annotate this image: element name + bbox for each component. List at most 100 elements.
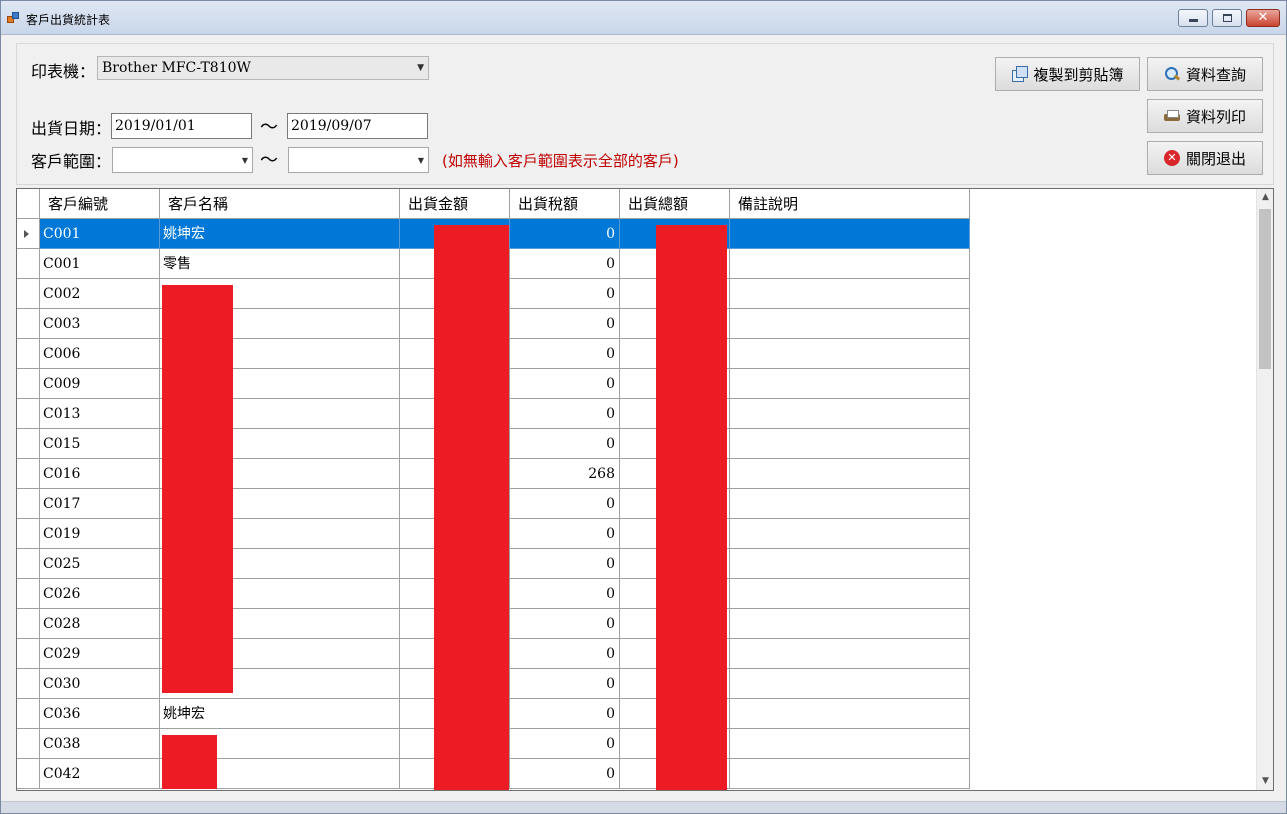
row-header[interactable]: [17, 429, 40, 459]
printer-select[interactable]: Brother MFC-T810W ▼: [97, 56, 429, 80]
cell-customer-code[interactable]: C030: [40, 669, 160, 699]
cell-remarks[interactable]: [730, 309, 970, 339]
cell-remarks[interactable]: [730, 369, 970, 399]
row-header[interactable]: [17, 729, 40, 759]
row-header[interactable]: [17, 309, 40, 339]
column-header[interactable]: 客戶名稱: [160, 189, 400, 219]
date-to-input[interactable]: 2019/09/07: [287, 113, 428, 139]
cell-remarks[interactable]: [730, 249, 970, 279]
cell-customer-name[interactable]: 姚坤宏: [160, 699, 400, 729]
row-header[interactable]: [17, 219, 40, 249]
cell-remarks[interactable]: [730, 639, 970, 669]
cell-ship-tax[interactable]: 0: [510, 699, 620, 729]
cell-ship-tax[interactable]: 0: [510, 219, 620, 249]
row-header[interactable]: [17, 369, 40, 399]
cell-ship-tax[interactable]: 0: [510, 579, 620, 609]
cell-remarks[interactable]: [730, 729, 970, 759]
cell-ship-tax[interactable]: 0: [510, 609, 620, 639]
cell-remarks[interactable]: [730, 489, 970, 519]
cell-remarks[interactable]: [730, 339, 970, 369]
column-header[interactable]: 備註說明: [730, 189, 970, 219]
customer-to-select[interactable]: ▼: [288, 147, 429, 173]
row-header[interactable]: [17, 519, 40, 549]
row-header[interactable]: [17, 549, 40, 579]
cell-ship-tax[interactable]: 0: [510, 489, 620, 519]
row-header[interactable]: [17, 579, 40, 609]
row-header[interactable]: [17, 669, 40, 699]
minimize-button[interactable]: [1178, 9, 1208, 27]
customer-from-select[interactable]: ▼: [112, 147, 253, 173]
cell-ship-tax[interactable]: 0: [510, 519, 620, 549]
column-header[interactable]: 出貨稅額: [510, 189, 620, 219]
row-header[interactable]: [17, 759, 40, 789]
cell-ship-tax[interactable]: 0: [510, 369, 620, 399]
query-button[interactable]: 資料查詢: [1147, 57, 1263, 91]
cell-ship-tax[interactable]: 0: [510, 669, 620, 699]
cell-customer-code[interactable]: C026: [40, 579, 160, 609]
cell-ship-tax[interactable]: 0: [510, 279, 620, 309]
cell-ship-tax[interactable]: 0: [510, 339, 620, 369]
close-window-button[interactable]: ✕: [1246, 9, 1280, 27]
scroll-up-icon[interactable]: ▲: [1257, 189, 1273, 206]
vertical-scrollbar[interactable]: ▲ ▼: [1256, 189, 1273, 790]
cell-customer-code[interactable]: C025: [40, 549, 160, 579]
cell-remarks[interactable]: [730, 429, 970, 459]
scroll-thumb[interactable]: [1259, 209, 1271, 369]
cell-customer-code[interactable]: C001: [40, 249, 160, 279]
cell-customer-code[interactable]: C009: [40, 369, 160, 399]
row-header[interactable]: [17, 489, 40, 519]
cell-ship-tax[interactable]: 0: [510, 399, 620, 429]
cell-ship-tax[interactable]: 0: [510, 759, 620, 789]
cell-ship-tax[interactable]: 0: [510, 249, 620, 279]
cell-remarks[interactable]: [730, 279, 970, 309]
cell-remarks[interactable]: [730, 549, 970, 579]
cell-customer-code[interactable]: C015: [40, 429, 160, 459]
cell-customer-name[interactable]: 姚坤宏: [160, 219, 400, 249]
column-header[interactable]: 出貨總額: [620, 189, 730, 219]
cell-ship-tax[interactable]: 0: [510, 639, 620, 669]
cell-ship-tax[interactable]: 0: [510, 549, 620, 579]
column-header[interactable]: 客戶編號: [40, 189, 160, 219]
cell-remarks[interactable]: [730, 759, 970, 789]
cell-customer-code[interactable]: C019: [40, 519, 160, 549]
cell-ship-tax[interactable]: 0: [510, 729, 620, 759]
cell-customer-code[interactable]: C002: [40, 279, 160, 309]
exit-button[interactable]: ✕ 關閉退出: [1147, 141, 1263, 175]
scroll-down-icon[interactable]: ▼: [1257, 773, 1273, 790]
row-header[interactable]: [17, 279, 40, 309]
cell-remarks[interactable]: [730, 399, 970, 429]
cell-customer-code[interactable]: C001: [40, 219, 160, 249]
maximize-button[interactable]: [1212, 9, 1242, 27]
cell-customer-code[interactable]: C038: [40, 729, 160, 759]
cell-customer-code[interactable]: C017: [40, 489, 160, 519]
cell-customer-code[interactable]: C003: [40, 309, 160, 339]
cell-customer-code[interactable]: C016: [40, 459, 160, 489]
cell-customer-code[interactable]: C036: [40, 699, 160, 729]
cell-ship-tax[interactable]: 268: [510, 459, 620, 489]
cell-customer-code[interactable]: C028: [40, 609, 160, 639]
row-header[interactable]: [17, 339, 40, 369]
cell-customer-name[interactable]: 零售: [160, 249, 400, 279]
cell-customer-code[interactable]: C013: [40, 399, 160, 429]
date-from-input[interactable]: 2019/01/01: [111, 113, 252, 139]
cell-remarks[interactable]: [730, 699, 970, 729]
cell-remarks[interactable]: [730, 459, 970, 489]
print-button[interactable]: 資料列印: [1147, 99, 1263, 133]
cell-ship-tax[interactable]: 0: [510, 429, 620, 459]
cell-remarks[interactable]: [730, 219, 970, 249]
row-header[interactable]: [17, 399, 40, 429]
cell-ship-tax[interactable]: 0: [510, 309, 620, 339]
row-header[interactable]: [17, 699, 40, 729]
column-header[interactable]: 出貨金額: [400, 189, 510, 219]
cell-remarks[interactable]: [730, 519, 970, 549]
shipment-grid[interactable]: 客戶編號 客戶名稱 出貨金額 出貨稅額 出貨總額 備註說明 C001 姚坤宏 0 C001 零售 0 C…: [16, 188, 1274, 791]
row-header[interactable]: [17, 609, 40, 639]
cell-remarks[interactable]: [730, 579, 970, 609]
copy-to-clipboard-button[interactable]: 複製到剪貼簿: [995, 57, 1140, 91]
cell-customer-code[interactable]: C006: [40, 339, 160, 369]
cell-remarks[interactable]: [730, 609, 970, 639]
row-header[interactable]: [17, 249, 40, 279]
cell-remarks[interactable]: [730, 669, 970, 699]
cell-customer-code[interactable]: C029: [40, 639, 160, 669]
row-header[interactable]: [17, 459, 40, 489]
